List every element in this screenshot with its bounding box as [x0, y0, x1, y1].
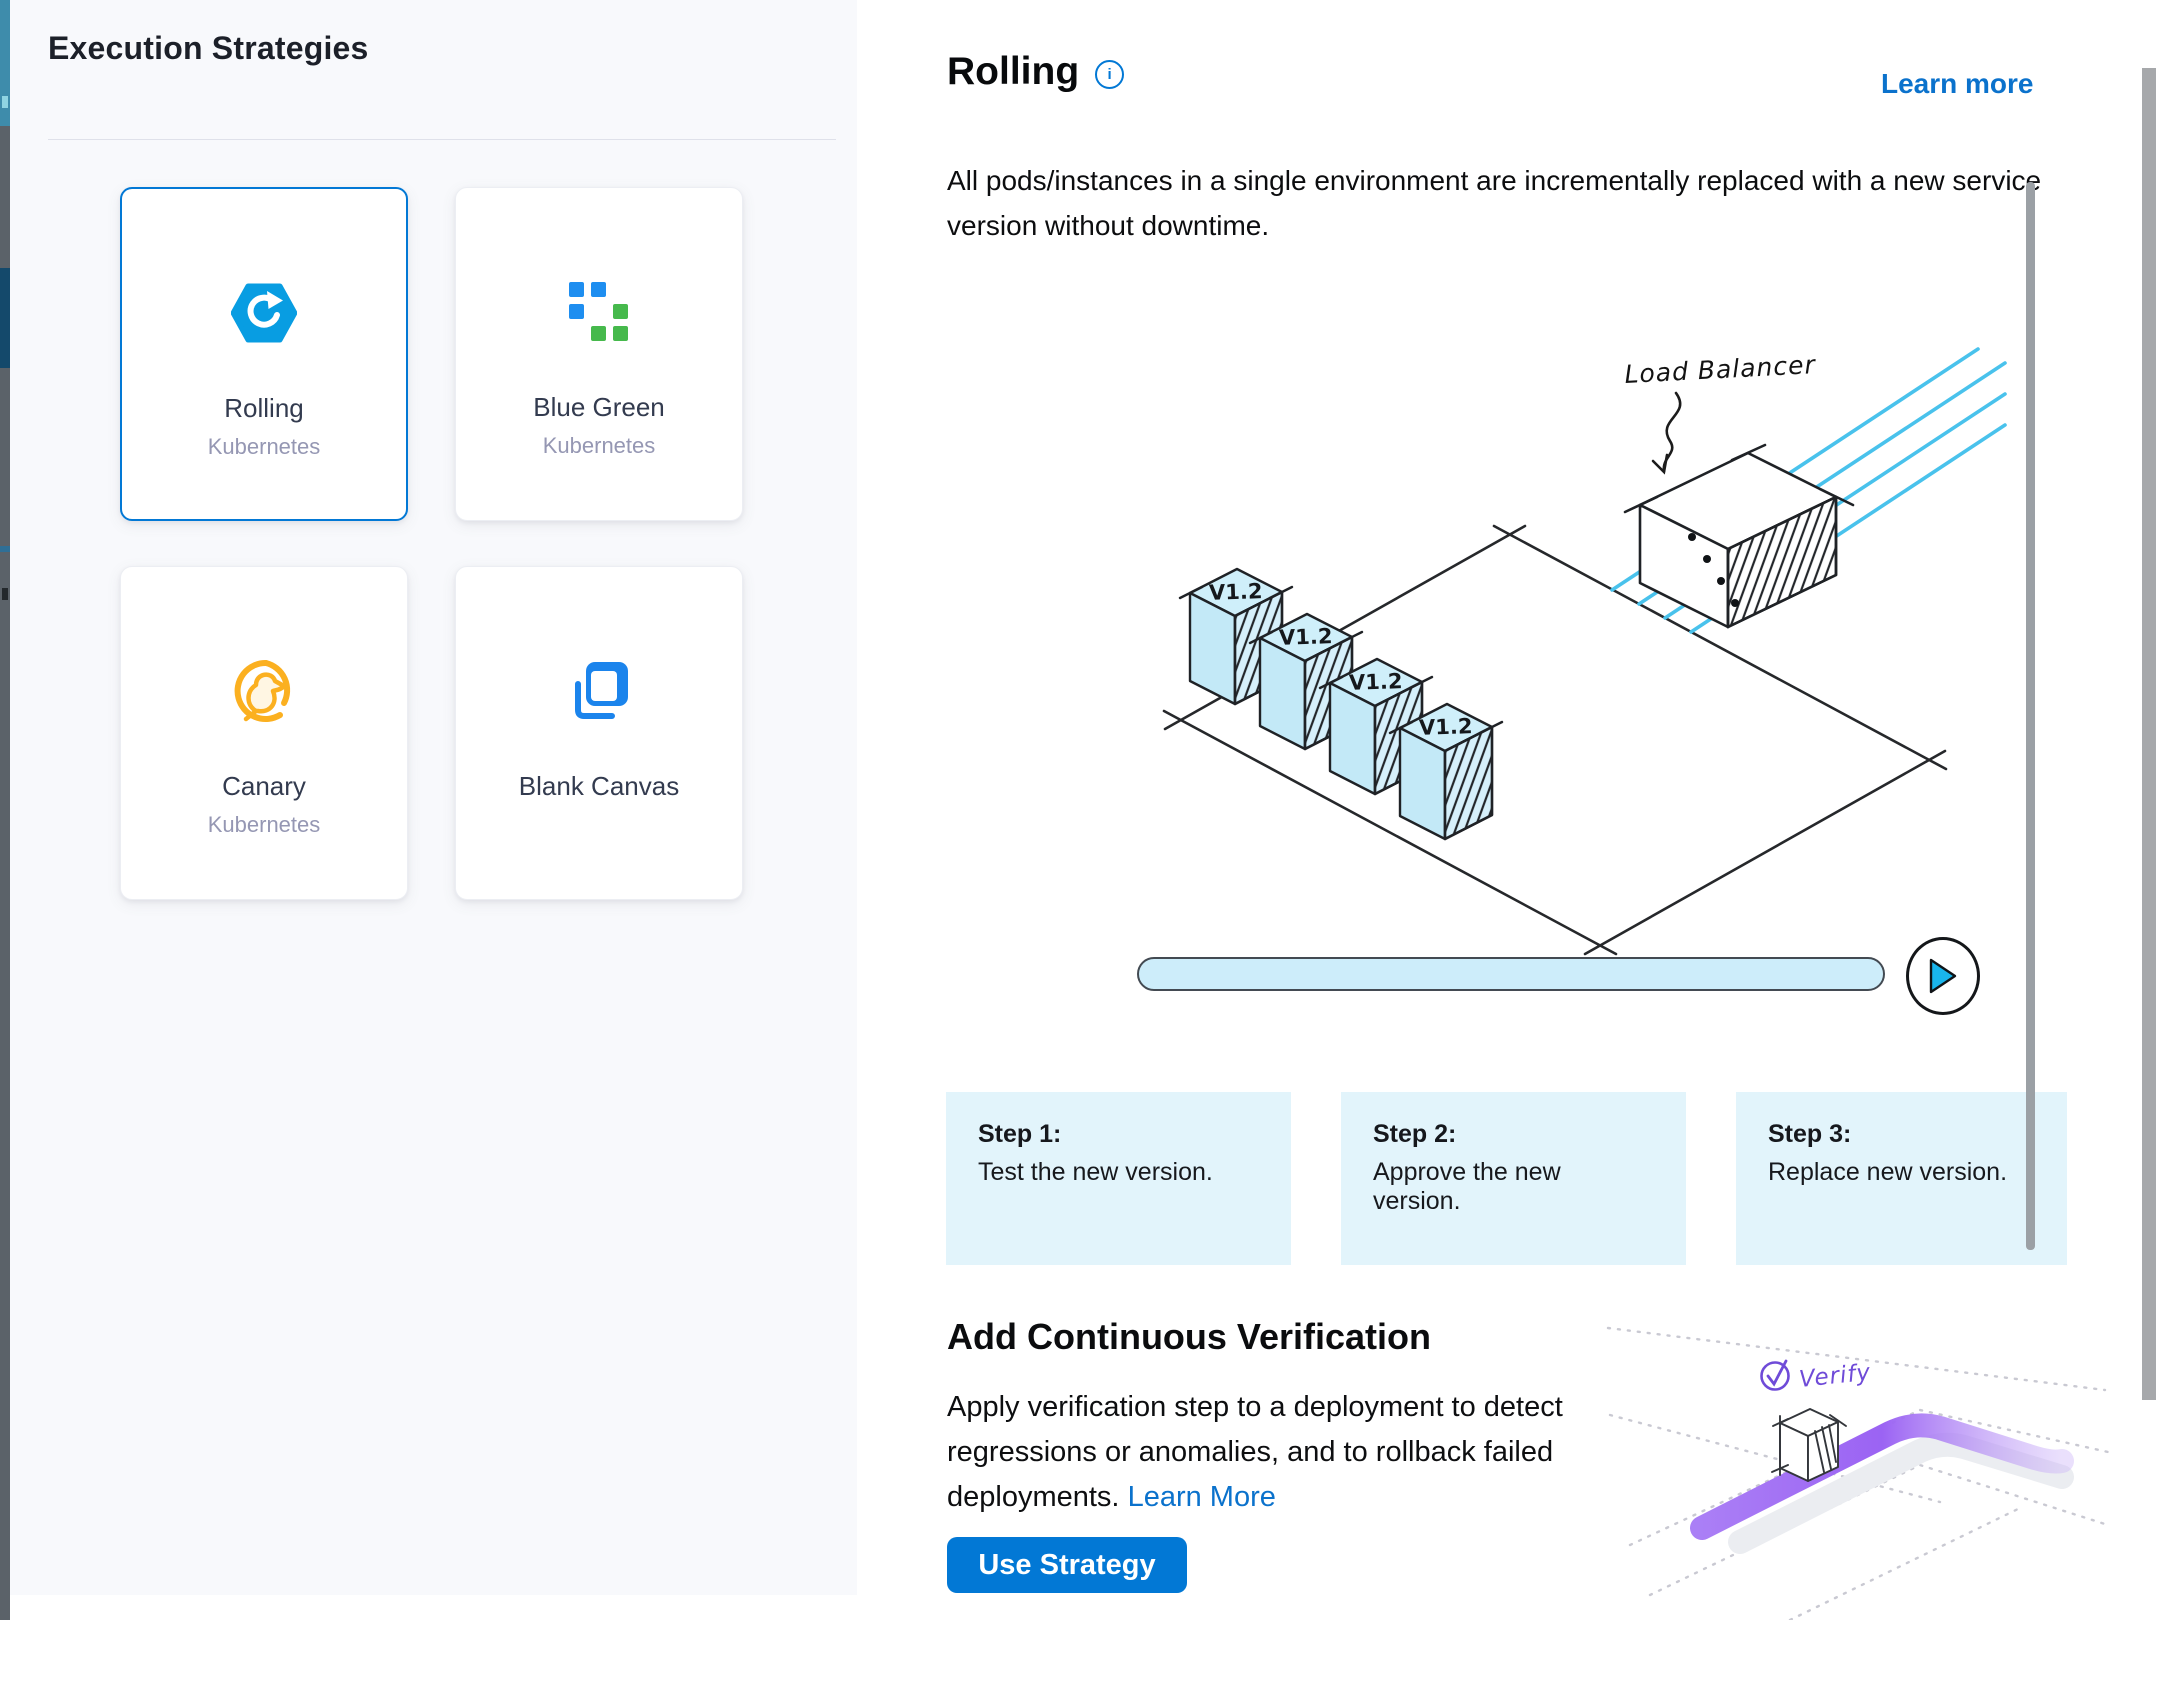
step-label: Step 1: [978, 1120, 1259, 1149]
step-card-3: Step 3: Replace new version. [1736, 1092, 2067, 1265]
background-nav-logo [2, 96, 8, 108]
strategy-card-blank-canvas[interactable]: Blank Canvas [455, 566, 743, 900]
continuous-verification-body: Apply verification step to a deployment … [947, 1385, 1567, 1520]
step-label: Step 2: [1373, 1120, 1654, 1149]
play-button[interactable] [1906, 937, 1980, 1015]
pod-version-label: V1.2 [1419, 714, 1473, 740]
strategy-subtitle: Kubernetes [208, 434, 321, 460]
learn-more-link[interactable]: Learn more [1881, 68, 2034, 100]
background-nav-icon [2, 588, 8, 600]
background-app-sliver [0, 0, 10, 1682]
strategy-card-canary[interactable]: Canary Kubernetes [120, 566, 408, 900]
use-strategy-button[interactable]: Use Strategy [947, 1537, 1187, 1593]
background-page-bottom [0, 1620, 10, 1682]
background-nav-divider [0, 546, 10, 552]
modal-scrollbar-thumb[interactable] [2026, 182, 2035, 1250]
verify-illustration: Verify [1590, 1290, 2110, 1620]
animation-progress-bar [1137, 957, 1885, 991]
detail-header: Rolling i [947, 50, 1124, 94]
learn-more-verification-link[interactable]: Learn More [1128, 1481, 1276, 1513]
step-text: Approve the new version. [1373, 1158, 1654, 1216]
arrow-squiggle [1653, 393, 1680, 472]
pod-version-label: V1.2 [1279, 624, 1333, 650]
step-card-1: Step 1: Test the new version. [946, 1092, 1291, 1265]
step-text: Test the new version. [978, 1158, 1259, 1187]
verify-label: Verify [1798, 1360, 1872, 1393]
page-scrollbar-thumb[interactable] [2142, 68, 2156, 1400]
continuous-verification-title: Add Continuous Verification [947, 1316, 1431, 1358]
blank-canvas-icon [568, 659, 630, 723]
strategy-name: Canary [222, 771, 306, 802]
strategy-selection-panel: Execution Strategies Rolling Kubernetes [10, 0, 857, 1595]
step-card-2: Step 2: Approve the new version. [1341, 1092, 1686, 1265]
play-icon [1928, 957, 1958, 995]
rolling-icon [231, 281, 297, 345]
panel-title: Execution Strategies [48, 30, 369, 67]
canary-icon [232, 659, 296, 723]
strategy-subtitle: Kubernetes [543, 433, 656, 459]
step-label: Step 3: [1768, 1120, 2035, 1149]
load-balancer-label: Load Balancer [1624, 350, 1817, 389]
verify-check-icon [1762, 1361, 1789, 1390]
strategy-name: Rolling [224, 393, 304, 424]
detail-title: Rolling [947, 50, 1079, 94]
panel-divider [48, 139, 836, 140]
info-icon[interactable]: i [1095, 60, 1124, 89]
strategy-name: Blank Canvas [519, 771, 679, 802]
pod-version-label: V1.2 [1349, 669, 1403, 695]
pod-version-label: V1.2 [1209, 579, 1263, 605]
background-nav-selected-item [0, 268, 10, 368]
step-text: Replace new version. [1768, 1158, 2035, 1187]
strategy-name: Blue Green [533, 392, 665, 423]
strategy-description: All pods/instances in a single environme… [947, 158, 2047, 248]
strategy-subtitle: Kubernetes [208, 812, 321, 838]
rolling-deployment-illustration: V1.2 V1.2 V1.2 V1.2 Load Balancer [1120, 345, 2010, 965]
strategy-card-rolling[interactable]: Rolling Kubernetes [120, 187, 408, 521]
strategy-card-blue-green[interactable]: Blue Green Kubernetes [455, 187, 743, 521]
blue-green-icon [569, 280, 629, 344]
